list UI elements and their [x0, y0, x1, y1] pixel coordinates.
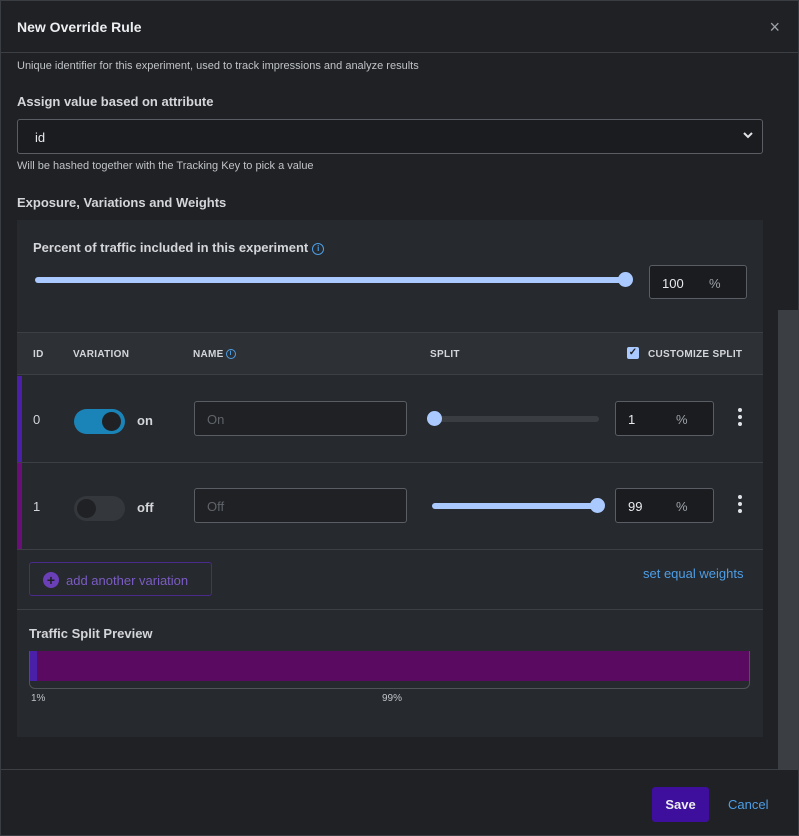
header-variation: VARIATION: [73, 349, 130, 360]
header-name-text: NAME: [193, 349, 224, 360]
traffic-slider-fill: [35, 277, 625, 283]
assign-attribute-label: Assign value based on attribute: [17, 94, 214, 109]
traffic-split-preview-label: Traffic Split Preview: [29, 626, 153, 641]
percent-sign: %: [709, 276, 721, 291]
attribute-select-value: id: [35, 130, 46, 145]
traffic-slider-handle[interactable]: [618, 272, 633, 287]
split-percent-value: 1: [628, 412, 636, 427]
attribute-help: Will be hashed together with the Trackin…: [17, 160, 314, 172]
tracking-key-help: Unique identifier for this experiment, u…: [17, 60, 419, 72]
add-variation-button[interactable]: + add another variation: [29, 562, 212, 596]
override-rule-modal: New Override Rule × Unique identifier fo…: [0, 0, 799, 836]
split-slider[interactable]: [432, 498, 605, 513]
variation-color-bar: [17, 463, 22, 549]
set-equal-weights-link[interactable]: set equal weights: [643, 566, 743, 581]
chevron-down-icon: [742, 129, 754, 144]
modal-header: New Override Rule ×: [1, 1, 798, 53]
header-customize-split: CUSTOMIZE SPLIT: [648, 349, 743, 360]
variation-toggle[interactable]: [74, 409, 125, 434]
toggle-label: off: [137, 500, 154, 515]
modal-title: New Override Rule: [17, 19, 142, 35]
split-percent-input[interactable]: 1 %: [615, 401, 714, 436]
traffic-percent-value: 100: [662, 276, 684, 291]
variation-row-1: 1 off Off 99 %: [17, 463, 763, 550]
variation-color-bar: [17, 376, 22, 462]
cancel-button[interactable]: Cancel: [728, 797, 768, 812]
split-percent-value: 99: [628, 499, 643, 514]
variation-name-input[interactable]: Off: [194, 488, 407, 523]
info-icon[interactable]: i: [225, 349, 236, 360]
preview-segment-1: [37, 651, 749, 681]
variation-id: 1: [33, 499, 41, 514]
save-button[interactable]: Save: [652, 787, 709, 822]
traffic-percent-input[interactable]: 100 %: [649, 265, 747, 299]
preview-segment-0: [30, 651, 37, 681]
info-icon[interactable]: i: [312, 242, 325, 255]
close-icon[interactable]: ×: [769, 18, 780, 36]
preview-label-1: 99%: [382, 693, 403, 704]
scrollbar[interactable]: [778, 310, 798, 770]
exposure-section-label: Exposure, Variations and Weights: [17, 195, 227, 210]
traffic-slider[interactable]: [35, 272, 633, 287]
attribute-select[interactable]: id: [17, 119, 763, 154]
modal-footer: Save Cancel: [1, 769, 798, 836]
toggle-knob: [77, 499, 96, 518]
variation-toggle[interactable]: [74, 496, 125, 521]
divider: [17, 609, 763, 610]
variation-name-input[interactable]: On: [194, 401, 407, 436]
variation-row-0: 0 on On 1 %: [17, 376, 763, 463]
split-percent-input[interactable]: 99 %: [615, 488, 714, 523]
split-slider-fill: [432, 503, 597, 509]
customize-split-checkbox[interactable]: ✓: [627, 347, 639, 359]
exposure-panel: Percent of traffic included in this expe…: [17, 220, 763, 737]
more-options-icon[interactable]: [735, 495, 745, 517]
split-slider-handle[interactable]: [427, 411, 442, 426]
traffic-label: Percent of traffic included in this expe…: [33, 240, 325, 255]
plus-icon: +: [43, 572, 59, 588]
percent-sign: %: [676, 499, 688, 514]
variation-name-placeholder: On: [207, 412, 225, 427]
header-name: NAME i: [193, 349, 236, 360]
variation-id: 0: [33, 412, 41, 427]
preview-label-0: 1%: [31, 693, 46, 704]
percent-sign: %: [676, 412, 688, 427]
toggle-label: on: [137, 413, 153, 428]
header-split: SPLIT: [430, 349, 460, 360]
variations-table-header: ID VARIATION NAME i SPLIT ✓ CUSTOMIZE SPL…: [17, 332, 763, 375]
split-slider[interactable]: [427, 411, 599, 426]
traffic-label-text: Percent of traffic included in this expe…: [33, 240, 309, 255]
more-options-icon[interactable]: [735, 408, 745, 430]
variation-name-placeholder: Off: [207, 499, 225, 514]
toggle-knob: [102, 412, 121, 431]
header-id: ID: [33, 349, 44, 360]
add-variation-label: add another variation: [66, 573, 189, 588]
traffic-split-preview: [29, 651, 750, 689]
split-slider-handle[interactable]: [590, 498, 605, 513]
